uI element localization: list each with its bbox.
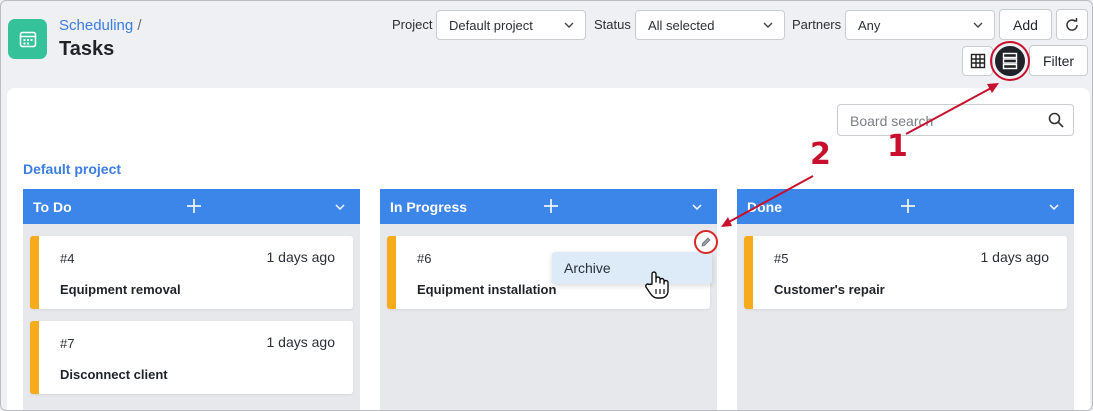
project-select-value: Default project bbox=[449, 18, 533, 33]
app-window: Scheduling / Tasks Project Default proje… bbox=[0, 0, 1093, 411]
refresh-button[interactable] bbox=[1056, 9, 1088, 40]
search-icon bbox=[1047, 111, 1065, 129]
plus-icon[interactable] bbox=[542, 197, 560, 215]
chevron-down-icon bbox=[762, 19, 774, 31]
partners-select[interactable]: Any bbox=[845, 10, 995, 40]
task-title: Customer's repair bbox=[774, 282, 885, 297]
breadcrumb-separator: / bbox=[137, 17, 142, 34]
hand-cursor-icon bbox=[644, 270, 672, 300]
chevron-down-icon[interactable] bbox=[334, 201, 346, 213]
column-header: To Do bbox=[23, 189, 360, 224]
column-title: Done bbox=[747, 199, 782, 215]
plus-icon[interactable] bbox=[185, 197, 203, 215]
chevron-down-icon[interactable] bbox=[691, 201, 703, 213]
list-view-button[interactable] bbox=[995, 46, 1025, 76]
task-age: 1 days ago bbox=[266, 249, 336, 265]
task-id: #7 bbox=[60, 336, 75, 351]
edit-card-button[interactable] bbox=[694, 230, 718, 254]
chevron-down-icon bbox=[972, 19, 984, 31]
task-title: Equipment installation bbox=[417, 282, 557, 297]
project-heading[interactable]: Default project bbox=[23, 161, 121, 177]
task-title: Disconnect client bbox=[60, 367, 168, 382]
column-in-progress: In Progress #6 Equipment installation bbox=[380, 189, 717, 410]
project-select[interactable]: Default project bbox=[436, 10, 586, 40]
task-age: 1 days ago bbox=[980, 249, 1050, 265]
task-card[interactable]: #4 1 days ago Equipment removal bbox=[30, 236, 353, 309]
refresh-icon bbox=[1063, 16, 1081, 34]
column-header: Done bbox=[737, 189, 1074, 224]
breadcrumb-scheduling-link[interactable]: Scheduling bbox=[59, 17, 133, 34]
card-context-menu: Archive bbox=[552, 252, 712, 284]
annotation-step-2: 2 bbox=[810, 137, 831, 172]
status-select-value: All selected bbox=[648, 18, 715, 33]
grid-icon bbox=[970, 53, 986, 69]
task-id: #6 bbox=[417, 251, 432, 266]
add-button[interactable]: Add bbox=[999, 9, 1052, 40]
task-title: Equipment removal bbox=[60, 282, 181, 297]
task-id: #5 bbox=[774, 251, 789, 266]
plus-icon[interactable] bbox=[899, 197, 917, 215]
annotation-step-1: 1 bbox=[887, 129, 908, 164]
task-id: #4 bbox=[60, 251, 75, 266]
column-done: Done #5 1 days ago Customer's repair bbox=[737, 189, 1074, 410]
calendar-icon bbox=[8, 19, 47, 59]
filter-button[interactable]: Filter bbox=[1029, 45, 1088, 76]
column-title: In Progress bbox=[390, 199, 468, 215]
breadcrumb[interactable]: Scheduling / bbox=[59, 17, 142, 34]
status-filter-label: Status bbox=[594, 17, 631, 32]
task-card[interactable]: #5 1 days ago Customer's repair bbox=[744, 236, 1067, 309]
column-title: To Do bbox=[33, 199, 72, 215]
status-select[interactable]: All selected bbox=[635, 10, 785, 40]
board-search-input[interactable]: Board search bbox=[837, 104, 1074, 136]
task-age: 1 days ago bbox=[266, 334, 336, 350]
chevron-down-icon[interactable] bbox=[1048, 201, 1060, 213]
archive-menu-item[interactable]: Archive bbox=[564, 260, 611, 276]
partners-select-value: Any bbox=[858, 18, 881, 33]
page-title: Tasks bbox=[59, 38, 115, 60]
board-search-placeholder: Board search bbox=[850, 113, 934, 129]
column-to-do: To Do #4 1 days ago Equipment removal #7… bbox=[23, 189, 360, 410]
column-header: In Progress bbox=[380, 189, 717, 224]
list-rows-icon bbox=[1002, 52, 1018, 70]
project-filter-label: Project bbox=[392, 17, 433, 32]
task-card[interactable]: #7 1 days ago Disconnect client bbox=[30, 321, 353, 394]
grid-view-button[interactable] bbox=[962, 46, 993, 76]
partners-filter-label: Partners bbox=[792, 17, 842, 32]
chevron-down-icon bbox=[563, 19, 575, 31]
pencil-icon bbox=[700, 236, 712, 248]
